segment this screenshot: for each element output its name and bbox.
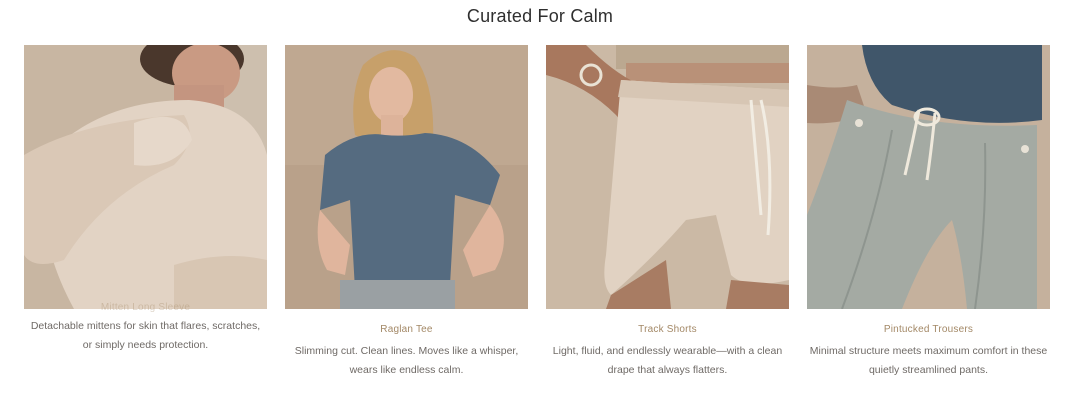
product-name[interactable]: Track Shorts [546, 323, 789, 337]
product-description: Slimming cut. Clean lines. Moves like a … [294, 345, 519, 376]
product-description: Detachable mittens for skin that flares,… [30, 320, 261, 351]
model-in-track-shorts-photo [546, 45, 789, 309]
model-in-mitten-long-sleeve-photo [24, 45, 267, 309]
product-image-mitten-long-sleeve[interactable] [24, 45, 267, 309]
product-card-pintucked-trousers[interactable]: Pintucked Trousers Minimal structure mee… [807, 45, 1050, 380]
product-card-raglan-tee[interactable]: Raglan Tee Slimming cut. Clean lines. Mo… [285, 45, 528, 380]
product-image-track-shorts[interactable] [546, 45, 789, 309]
product-description: Light, fluid, and endlessly wearable—wit… [552, 345, 783, 376]
product-name[interactable]: Mitten Long Sleeve [24, 301, 267, 315]
product-name[interactable]: Raglan Tee [285, 323, 528, 337]
model-in-raglan-tee-photo [285, 45, 528, 309]
page-title: Curated For Calm [466, 6, 614, 26]
product-image-raglan-tee[interactable] [285, 45, 528, 309]
model-in-pintucked-trousers-photo [807, 45, 1050, 309]
product-image-pintucked-trousers[interactable] [807, 45, 1050, 309]
product-card-track-shorts[interactable]: Track Shorts Light, fluid, and endlessly… [546, 45, 789, 380]
product-name[interactable]: Pintucked Trousers [807, 323, 1050, 337]
product-description: Minimal structure meets maximum comfort … [809, 345, 1048, 376]
product-card-mitten-long-sleeve[interactable]: Mitten Long Sleeve Detachable mittens fo… [24, 45, 267, 355]
